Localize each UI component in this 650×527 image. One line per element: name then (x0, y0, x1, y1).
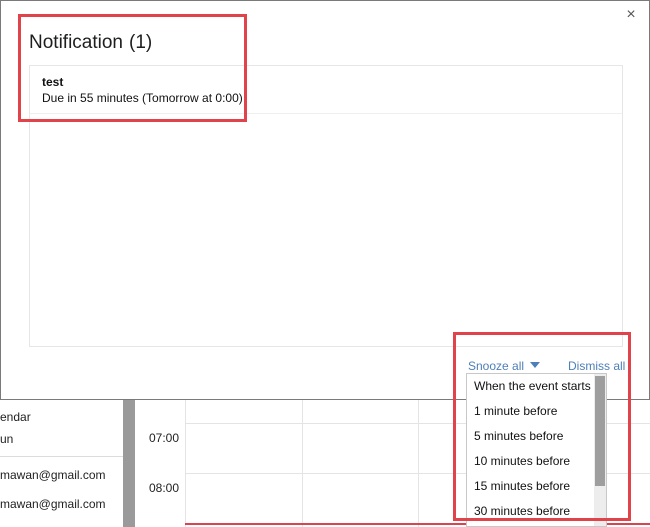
time-label: 07:00 (149, 431, 180, 445)
notification-title: test (42, 75, 64, 89)
snooze-option[interactable]: 15 minutes before (467, 474, 595, 499)
snooze-all-button[interactable]: Snooze all (468, 359, 524, 373)
snooze-option[interactable]: When the event starts (467, 374, 595, 399)
sidebar-scrollbar[interactable] (123, 400, 135, 527)
notification-dialog: × Notification (1) test Due in 55 minutes… (0, 0, 650, 400)
list-item[interactable]: test Due in 55 minutes (Tomorrow at 0:00… (30, 66, 622, 114)
grid-line (418, 400, 419, 527)
calendar-sidebar: endar un mawan@gmail.com mawan@gmail.com (0, 400, 124, 527)
snooze-option[interactable]: 1 minute before (467, 399, 595, 424)
notification-list: test Due in 55 minutes (Tomorrow at 0:00… (29, 65, 623, 347)
sidebar-item-account[interactable]: mawan@gmail.com (0, 468, 106, 482)
chevron-down-icon[interactable] (530, 362, 540, 368)
snooze-option[interactable]: 10 minutes before (467, 449, 595, 474)
snooze-dropdown: When the event starts 1 minute before 5 … (466, 373, 607, 527)
dismiss-all-button[interactable]: Dismiss all (568, 359, 625, 373)
sidebar-divider (0, 456, 124, 457)
time-label: 08:00 (149, 481, 180, 495)
notification-count: (1) (129, 32, 153, 53)
dropdown-scroll-thumb[interactable] (595, 376, 605, 486)
grid-line (302, 400, 303, 527)
snooze-option[interactable]: 5 minutes before (467, 424, 595, 449)
dialog-title: Notification (1) (29, 32, 152, 54)
notification-due-time: Due in 55 minutes (Tomorrow at 0:00) (42, 91, 243, 105)
sidebar-item-calendar[interactable]: endar (0, 410, 31, 424)
grid-line (185, 400, 186, 527)
snooze-option[interactable]: 30 minutes before (467, 499, 595, 524)
close-icon[interactable]: × (623, 7, 639, 23)
dialog-title-text: Notification (29, 32, 123, 53)
sidebar-item-calendar-sub[interactable]: un (0, 432, 13, 446)
sidebar-item-account[interactable]: mawan@gmail.com (0, 497, 106, 511)
